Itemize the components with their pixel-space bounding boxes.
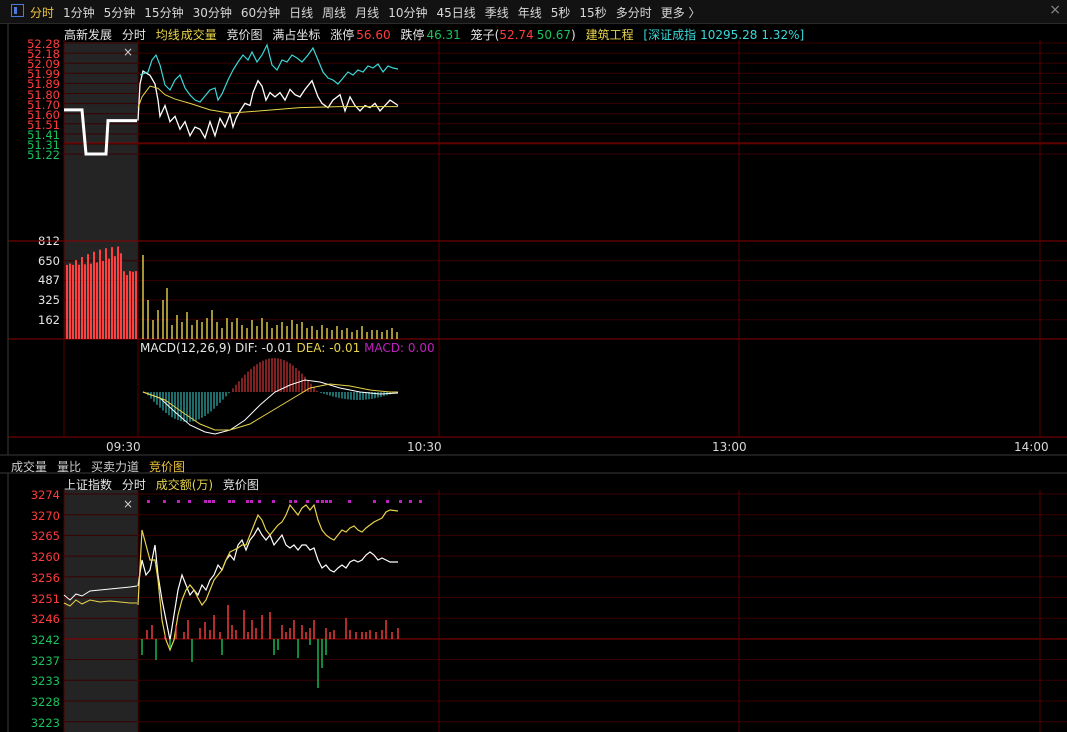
auction-marker [306, 500, 309, 503]
premarket-volume-bar [81, 256, 83, 339]
auction-marker [208, 500, 211, 503]
premarket-volume-bar [105, 248, 107, 339]
premarket-volume-bar [93, 251, 95, 339]
auction-marker [188, 500, 191, 503]
auction-marker [246, 500, 249, 503]
auction-marker [147, 500, 150, 503]
price-line [137, 69, 399, 140]
auction-marker [232, 500, 235, 503]
premarket-volume-bar [102, 260, 104, 339]
premarket-volume-bar [120, 253, 122, 339]
premarket-volume-bar [78, 264, 80, 339]
auction-marker [316, 500, 319, 503]
index-avg-line [137, 503, 399, 652]
auction-marker [386, 500, 389, 503]
premarket-volume-bar [66, 264, 68, 339]
premarket-volume-bar [114, 256, 116, 339]
premarket-volume-bar [96, 262, 98, 339]
auction-marker [272, 500, 275, 503]
premarket-volume-bar [123, 271, 125, 339]
premarket-volume-bar [75, 260, 77, 339]
premarket-volume-bar [99, 249, 101, 339]
premarket-volume-bar [84, 264, 86, 339]
premarket-volume-bar [90, 263, 92, 339]
premarket-volume-bar [87, 254, 89, 339]
premarket-volume-bar [117, 246, 119, 339]
auction-marker [163, 500, 166, 503]
premarket-volume-bar [129, 271, 131, 339]
auction-marker [321, 500, 324, 503]
premarket-volume-bar [108, 258, 110, 339]
auction-marker [294, 500, 297, 503]
premarket-volume-bar [69, 263, 71, 339]
premarket-volume-bar [111, 247, 113, 339]
premarket-close-icon: × [123, 497, 133, 511]
auction-marker [212, 500, 215, 503]
auction-marker [409, 500, 412, 503]
auction-marker [289, 500, 292, 503]
auction-marker [258, 500, 261, 503]
auction-marker [399, 500, 402, 503]
auction-marker [228, 500, 231, 503]
premarket-close-icon: × [123, 45, 133, 59]
auction-marker [325, 500, 328, 503]
auction-marker [348, 500, 351, 503]
auction-marker [373, 500, 376, 503]
premarket-volume-bar [135, 271, 137, 339]
premarket-volume-bar [72, 264, 74, 339]
premarket-volume-bar [132, 271, 134, 339]
auction-marker [419, 500, 422, 503]
premarket-shade-bottom [64, 490, 138, 732]
auction-marker [204, 500, 207, 503]
auction-marker [329, 500, 332, 503]
auction-marker [177, 500, 180, 503]
chart-canvas[interactable]: ×× [0, 0, 1067, 732]
auction-marker [250, 500, 253, 503]
premarket-volume-bar [126, 275, 128, 339]
